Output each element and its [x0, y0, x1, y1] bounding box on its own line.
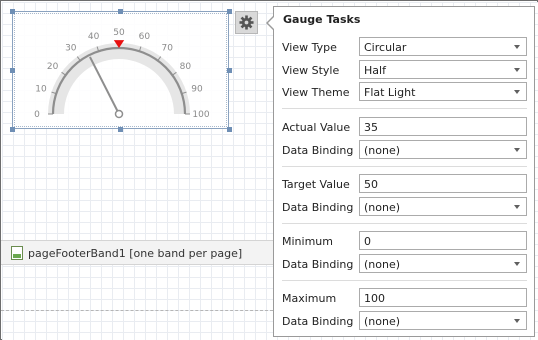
maximum-binding-row: Data Binding (none)	[274, 311, 534, 331]
target-value-input[interactable]: 50	[359, 174, 527, 193]
gauge-tick-label: 40	[88, 32, 100, 42]
view-theme-label: View Theme	[282, 86, 350, 99]
minimum-binding-dropdown[interactable]: (none)	[359, 254, 527, 273]
gear-icon	[239, 15, 254, 30]
view-style-dropdown[interactable]: Half	[359, 60, 527, 79]
minimum-label: Minimum	[282, 235, 333, 248]
separator	[282, 166, 527, 167]
resize-handle-right[interactable]	[227, 68, 232, 73]
maximum-binding-value: (none)	[364, 315, 401, 328]
maximum-binding-dropdown[interactable]: (none)	[359, 311, 527, 330]
view-style-row: View Style Half	[274, 60, 534, 80]
page-boundary-line	[1, 310, 273, 311]
target-binding-row: Data Binding (none)	[274, 197, 534, 217]
gauge-tick-label: 60	[139, 32, 151, 42]
panel-title: Gauge Tasks	[283, 13, 361, 26]
resize-handle-top-right[interactable]	[227, 9, 232, 14]
resize-handle-top-left[interactable]	[10, 9, 15, 14]
gauge-svg: 0 10 20 30 40 50 60 70 80 90 100	[34, 28, 210, 120]
gauge-tick-label: 70	[161, 44, 173, 54]
resize-handle-bottom[interactable]	[118, 127, 123, 132]
maximum-row: Maximum 100	[274, 288, 534, 308]
separator	[282, 108, 527, 109]
page-footer-band[interactable]: pageFooterBand1 [one band per page]	[1, 240, 273, 265]
band-icon	[11, 246, 23, 260]
view-theme-dropdown[interactable]: Flat Light	[359, 82, 527, 101]
chevron-down-icon	[514, 319, 520, 323]
view-theme-value: Flat Light	[364, 86, 416, 99]
view-style-value: Half	[364, 64, 386, 77]
smart-tag-button[interactable]	[235, 11, 258, 34]
target-value-label: Target Value	[282, 178, 350, 191]
view-style-label: View Style	[282, 64, 340, 77]
actual-value-row: Actual Value 35	[274, 117, 534, 137]
minimum-text: 0	[364, 235, 371, 248]
resize-handle-bottom-left[interactable]	[10, 127, 15, 132]
actual-value-input[interactable]: 35	[359, 117, 527, 136]
minimum-binding-value: (none)	[364, 258, 401, 271]
minimum-binding-row: Data Binding (none)	[274, 254, 534, 274]
resize-handle-left[interactable]	[10, 68, 15, 73]
view-type-value: Circular	[364, 41, 407, 54]
actual-binding-label: Data Binding	[282, 144, 354, 157]
gauge-tick-label: 50	[113, 28, 125, 38]
maximum-label: Maximum	[282, 292, 337, 305]
gauge-tasks-panel: Gauge Tasks View Type Circular View Styl…	[273, 6, 535, 337]
panel-pointer-fill	[268, 16, 275, 30]
maximum-binding-label: Data Binding	[282, 315, 354, 328]
resize-handle-bottom-right[interactable]	[227, 127, 232, 132]
chevron-down-icon	[514, 262, 520, 266]
view-type-label: View Type	[282, 41, 337, 54]
gauge-tick-label: 10	[35, 85, 47, 95]
view-type-row: View Type Circular	[274, 37, 534, 57]
chevron-down-icon	[514, 68, 520, 72]
gauge-control[interactable]: 0 10 20 30 40 50 60 70 80 90 100	[12, 11, 229, 129]
maximum-text: 100	[364, 292, 385, 305]
gauge-needle	[89, 56, 124, 119]
actual-binding-value: (none)	[364, 144, 401, 157]
minimum-input[interactable]: 0	[359, 231, 527, 250]
view-theme-row: View Theme Flat Light	[274, 82, 534, 102]
gauge-needle-cap	[114, 109, 124, 119]
gauge-tick-label: 90	[191, 85, 203, 95]
chevron-down-icon	[514, 45, 520, 49]
actual-binding-dropdown[interactable]: (none)	[359, 140, 527, 159]
target-binding-value: (none)	[364, 201, 401, 214]
gauge-needle-line	[89, 56, 120, 115]
chevron-down-icon	[514, 205, 520, 209]
resize-handle-top[interactable]	[118, 9, 123, 14]
separator	[282, 223, 527, 224]
target-value-row: Target Value 50	[274, 174, 534, 194]
gauge-tick-label: 100	[192, 110, 209, 120]
target-binding-dropdown[interactable]: (none)	[359, 197, 527, 216]
actual-value-text: 35	[364, 121, 378, 134]
chevron-down-icon	[514, 148, 520, 152]
target-value-text: 50	[364, 178, 378, 191]
view-type-dropdown[interactable]: Circular	[359, 37, 527, 56]
target-binding-label: Data Binding	[282, 201, 354, 214]
gauge-tick-label: 80	[180, 62, 192, 72]
actual-value-label: Actual Value	[282, 121, 351, 134]
actual-binding-row: Data Binding (none)	[274, 140, 534, 160]
gauge-tick-label: 20	[47, 62, 59, 72]
band-label: pageFooterBand1 [one band per page]	[28, 247, 243, 260]
minimum-binding-label: Data Binding	[282, 258, 354, 271]
separator	[282, 280, 527, 281]
chevron-down-icon	[514, 90, 520, 94]
gauge-tick-label: 0	[34, 110, 40, 120]
maximum-input[interactable]: 100	[359, 288, 527, 307]
gauge-tick-label: 30	[65, 44, 77, 54]
minimum-row: Minimum 0	[274, 231, 534, 251]
